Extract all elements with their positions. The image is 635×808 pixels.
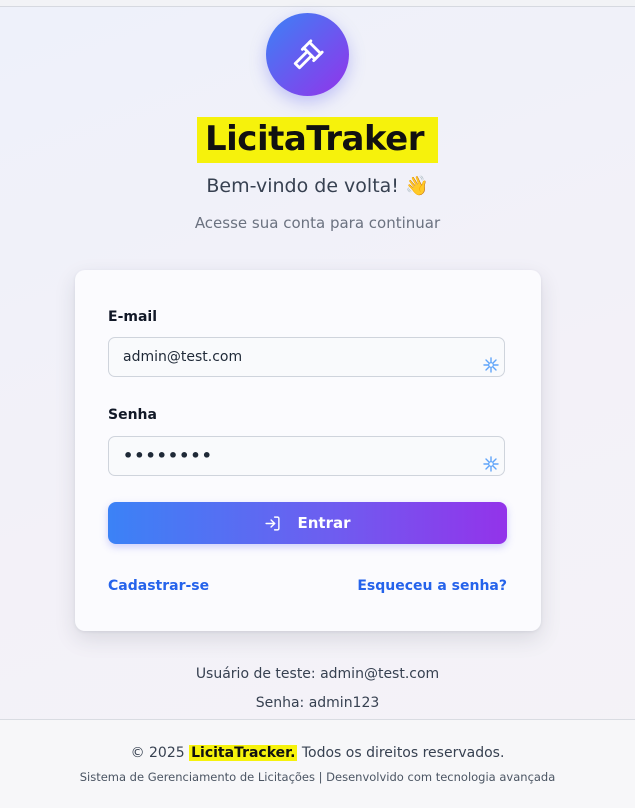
password-label: Senha xyxy=(108,407,157,423)
test-user-info: Usuário de teste: admin@test.com xyxy=(195,666,440,682)
footer-tagline: Sistema de Gerenciamento de Licitações |… xyxy=(79,770,556,784)
email-value: admin@test.com xyxy=(123,349,243,365)
register-link[interactable]: Cadastrar-se xyxy=(108,578,209,594)
password-value: •••••••• xyxy=(123,446,213,465)
copyright-suffix: Todos os direitos reservados. xyxy=(297,745,505,761)
brand-title: LicitaTraker xyxy=(0,117,635,163)
brand-name: LicitaTraker xyxy=(196,117,439,163)
autofill-sparkle-icon[interactable] xyxy=(483,456,499,472)
autofill-sparkle-icon[interactable] xyxy=(483,357,499,373)
footer-copyright: © 2025 LicitaTracker. Todos os direitos … xyxy=(0,745,635,761)
footer-brand: LicitaTracker. xyxy=(189,745,298,761)
email-field[interactable]: admin@test.com xyxy=(108,337,505,377)
test-password-info: Senha: admin123 xyxy=(255,695,380,711)
login-button-label: Entrar xyxy=(297,514,351,532)
login-button[interactable]: Entrar xyxy=(108,502,507,544)
forgot-password-link[interactable]: Esqueceu a senha? xyxy=(357,578,507,594)
email-label: E-mail xyxy=(108,309,158,325)
sign-in-icon xyxy=(264,515,281,532)
password-field[interactable]: •••••••• xyxy=(108,436,505,476)
copyright-prefix: © 2025 xyxy=(130,745,190,761)
window-top-border xyxy=(0,0,635,7)
welcome-subtitle: Acesse sua conta para continuar xyxy=(194,214,441,232)
gavel-icon xyxy=(293,38,324,69)
app-logo xyxy=(266,13,349,96)
login-card: E-mail admin@test.com Senha •••••••• Ent… xyxy=(75,270,541,631)
footer: © 2025 LicitaTracker. Todos os direitos … xyxy=(0,719,635,808)
welcome-heading: Bem-vindo de volta! 👋 xyxy=(206,175,429,197)
